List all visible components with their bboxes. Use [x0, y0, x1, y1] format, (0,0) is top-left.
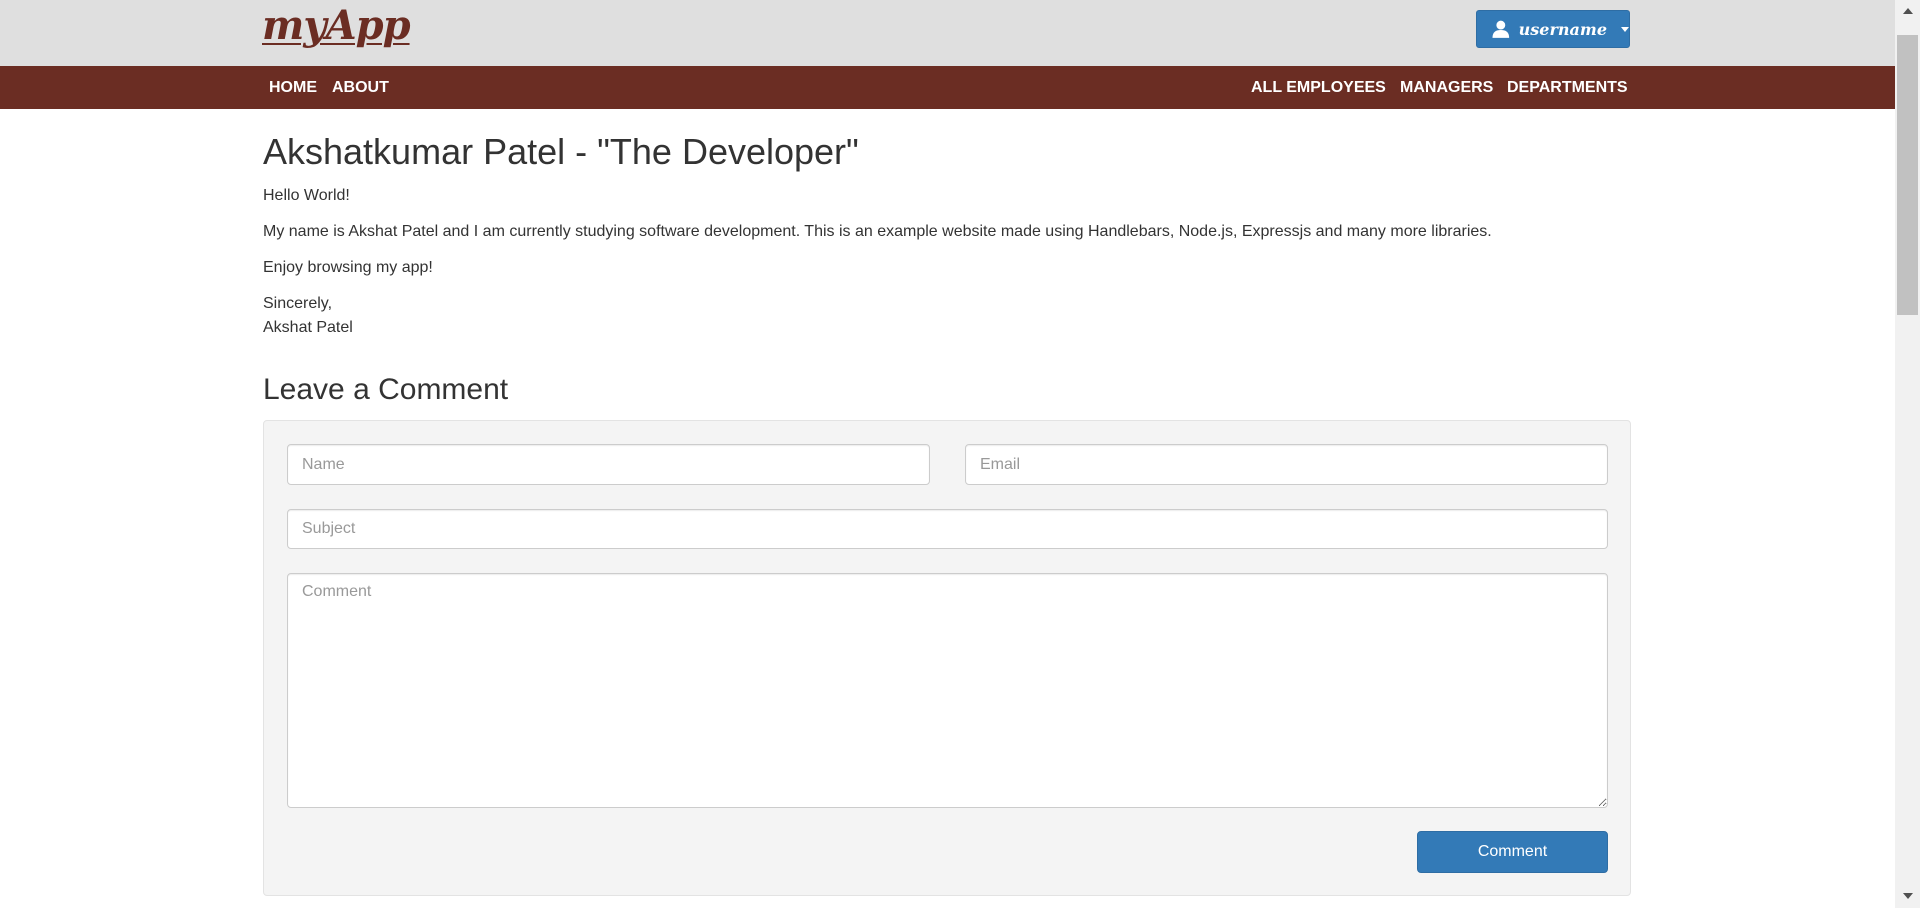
comment-textarea[interactable] — [287, 573, 1608, 808]
paragraph-enjoy: Enjoy browsing my app! — [263, 259, 433, 276]
paragraph-greeting: Hello World! — [263, 187, 350, 204]
scroll-down-arrow-icon[interactable] — [1903, 893, 1913, 899]
username-label: username — [1518, 19, 1607, 39]
nav-managers[interactable]: MANAGERS — [1400, 66, 1493, 109]
email-input[interactable] — [965, 444, 1608, 485]
signoff-line-1: Sincerely, — [263, 295, 333, 312]
page: myApp username HOME ABOUT ALL EMPLOYEES … — [0, 0, 1920, 908]
signoff-line-2: Akshat Patel — [263, 319, 353, 336]
page-title: Akshatkumar Patel - "The Developer" — [263, 131, 859, 172]
nav-about[interactable]: ABOUT — [332, 66, 389, 109]
comment-form-panel: Comment — [263, 420, 1631, 896]
main-navbar: HOME ABOUT ALL EMPLOYEES MANAGERS DEPART… — [0, 66, 1895, 109]
name-input[interactable] — [287, 444, 930, 485]
scrollbar-thumb[interactable] — [1897, 35, 1918, 315]
comment-section-title: Leave a Comment — [263, 373, 509, 406]
app-logo[interactable]: myApp — [262, 2, 411, 50]
comment-submit-button[interactable]: Comment — [1417, 831, 1608, 873]
paragraph-intro: My name is Akshat Patel and I am current… — [263, 223, 1492, 240]
nav-departments[interactable]: DEPARTMENTS — [1507, 66, 1628, 109]
user-icon — [1492, 20, 1510, 38]
vertical-scrollbar[interactable] — [1895, 0, 1920, 908]
caret-down-icon — [1621, 26, 1629, 32]
nav-home[interactable]: HOME — [269, 66, 317, 109]
subject-input[interactable] — [287, 509, 1608, 549]
user-menu-button[interactable]: username — [1476, 10, 1630, 48]
scroll-up-arrow-icon[interactable] — [1903, 8, 1913, 14]
nav-all-employees[interactable]: ALL EMPLOYEES — [1251, 66, 1386, 109]
top-header: myApp username — [0, 0, 1895, 66]
